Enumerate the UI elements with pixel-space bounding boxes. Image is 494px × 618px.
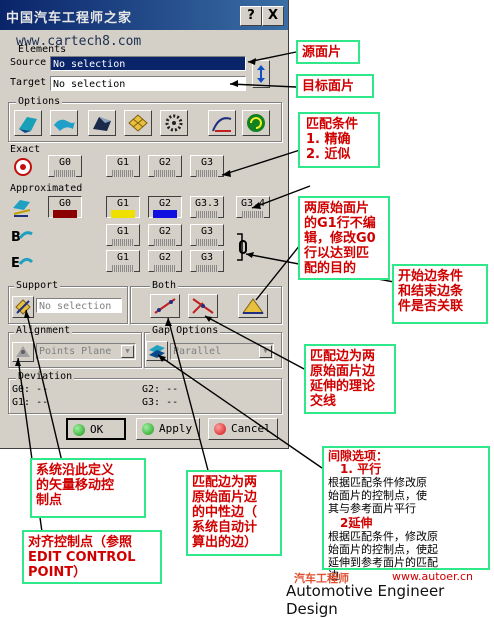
note-match-line3: 2. 近似	[306, 147, 351, 162]
note-move-line2: 的矢量移动控	[36, 478, 115, 493]
note-ext-line4: 交线	[310, 394, 337, 409]
note-gap2-l3: 延伸到参考面片的匹配	[328, 556, 438, 569]
note-move-line1: 系统沿此定义	[36, 463, 115, 478]
note-match-line1: 匹配条件	[306, 117, 359, 132]
logo-en: Automotive Engineer Design	[286, 582, 445, 618]
note-gap1-l3: 其与参考面片平行	[328, 502, 416, 515]
note-ext-line1: 匹配边为两	[310, 349, 376, 364]
note-mid-line2: 原始面片边	[192, 490, 258, 505]
note-align-control: 对齐控制点（参照 EDIT CONTROL POINT）	[22, 530, 162, 584]
note-align-line3: POINT）	[28, 565, 87, 580]
note-source-face: 源面片	[296, 40, 360, 64]
note-g1-line3: 辑，修改G0	[304, 231, 376, 246]
note-align-line2: EDIT CONTROL	[28, 550, 136, 565]
note-move-line3: 制点	[36, 493, 63, 508]
note-g1-line2: 的G1行不编	[304, 216, 376, 231]
note-gap2-l1: 根据匹配条件，修改原	[328, 530, 438, 543]
note-mid-line4: 系统自动计	[192, 520, 258, 535]
note-link-line3: 件是否关联	[398, 299, 464, 314]
note-mid-line5: 算出的边）	[192, 535, 258, 550]
note-gap1-l2: 始面片的控制点，使	[328, 489, 427, 502]
note-gap1-title: 1. 平行	[340, 462, 382, 476]
note-neutral-edge: 匹配边为两 原始面片边 的中性边（ 系统自动计 算出的边）	[186, 470, 282, 556]
note-g1-line5: 配的目的	[304, 261, 357, 276]
note-g1-row: 两原始面片 的G1行不编 辑，修改G0 行以达到匹 配的目的	[298, 196, 390, 280]
note-gap1-l1: 根据匹配条件修改原	[328, 476, 427, 489]
note-match-condition: 匹配条件 1. 精确 2. 近似	[298, 112, 380, 168]
note-gap-options: 间隙选项： 1. 平行 根据匹配条件修改原 始面片的控制点，使 其与参考面片平行…	[322, 446, 490, 582]
note-target-face: 目标面片	[296, 74, 374, 98]
note-g1-line1: 两原始面片	[304, 201, 370, 216]
note-mid-line3: 的中性边（	[192, 505, 258, 520]
note-align-line1: 对齐控制点（参照	[28, 535, 133, 550]
note-gap2-title: 2延伸	[340, 516, 373, 530]
note-vector-move: 系统沿此定义 的矢量移动控 制点	[30, 458, 146, 518]
note-extended-edge: 匹配边为两 原始面片边 延伸的理论 交线	[304, 344, 396, 414]
note-gap2-l2: 始面片的控制点，使起	[328, 543, 438, 556]
note-link-line2: 和结束边条	[398, 284, 464, 299]
note-match-line2: 1. 精确	[306, 132, 351, 147]
note-link-line1: 开始边条件	[398, 269, 464, 284]
note-ext-line2: 原始面片边	[310, 364, 376, 379]
note-edge-link: 开始边条件 和结束边条 件是否关联	[392, 264, 488, 324]
note-ext-line3: 延伸的理论	[310, 379, 376, 394]
note-mid-line1: 匹配边为两	[192, 475, 258, 490]
note-g1-line4: 行以达到匹	[304, 246, 370, 261]
